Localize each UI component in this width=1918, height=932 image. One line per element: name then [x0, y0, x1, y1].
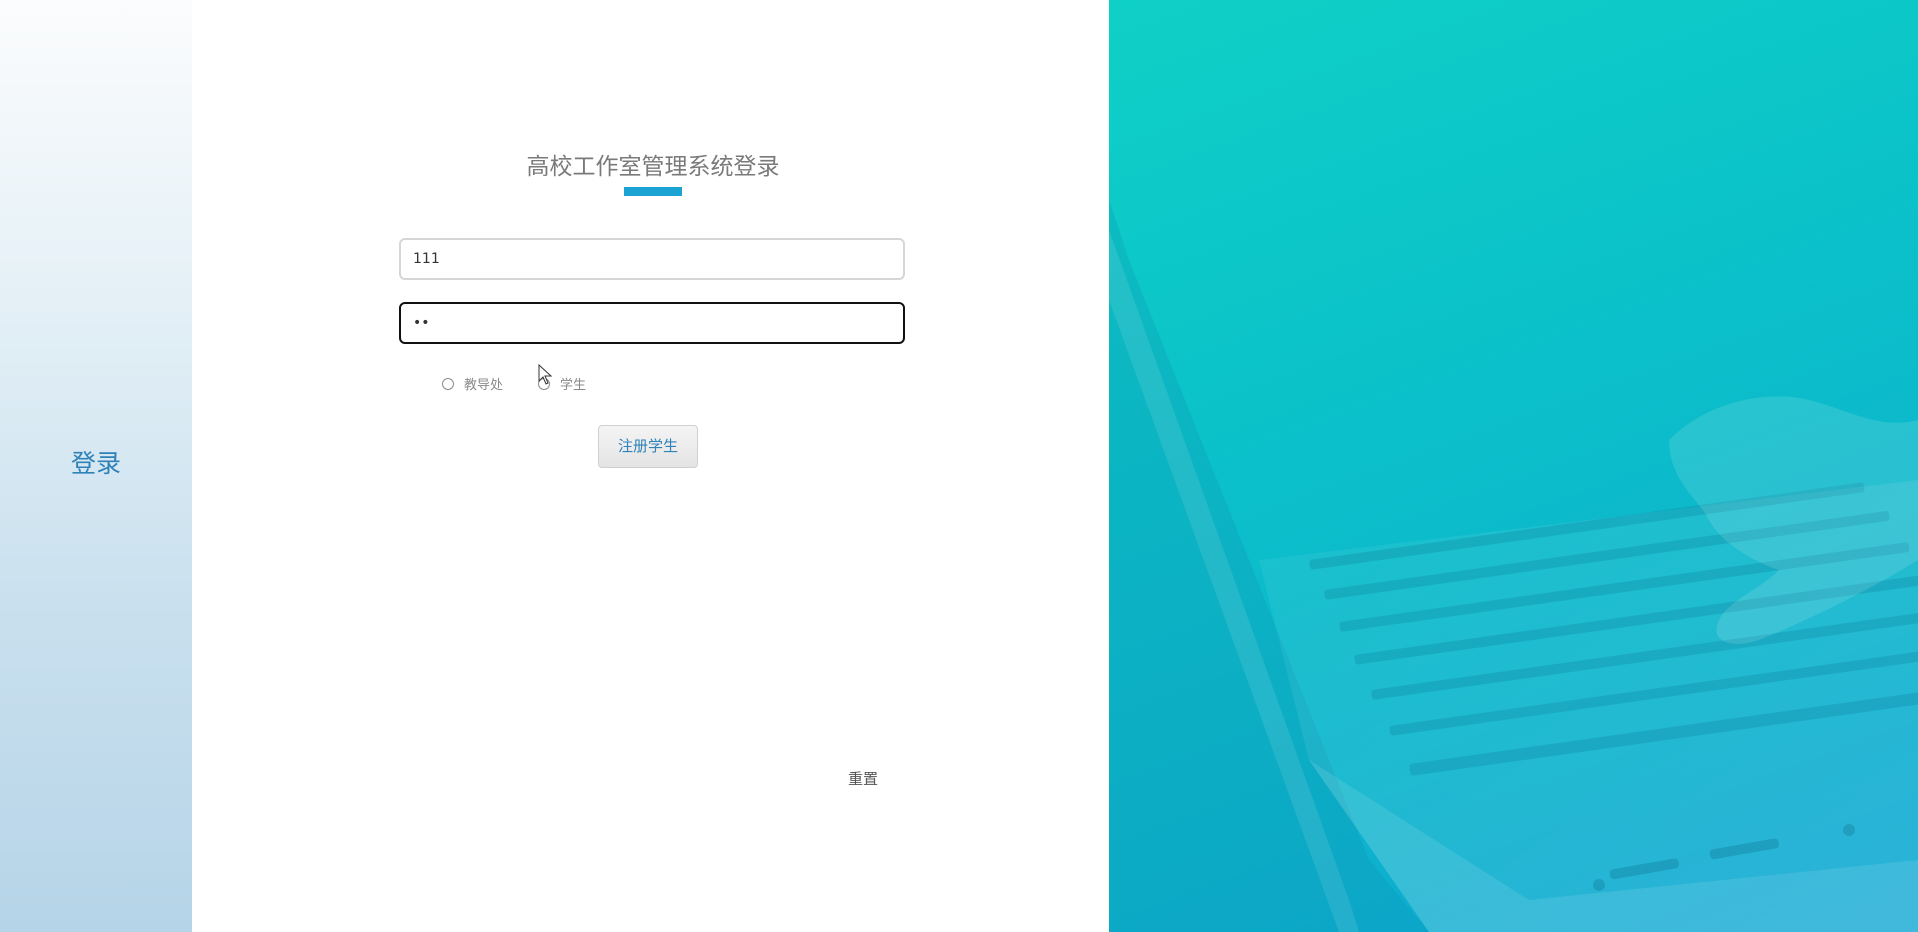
role-radio-dean-office[interactable]: [442, 377, 454, 390]
mouse-pointer-icon: [538, 364, 553, 385]
login-page: 登录 高校工作室管理系统登录 教导处 学生 注册学生 重置: [0, 0, 1918, 932]
username-input[interactable]: [399, 238, 905, 280]
role-label-student: 学生: [560, 378, 587, 393]
sidebar-login-link[interactable]: 登录: [0, 444, 192, 480]
reset-button[interactable]: 重置: [848, 768, 878, 789]
role-option-dean-office[interactable]: 教导处: [442, 374, 503, 393]
register-student-button[interactable]: 注册学生: [598, 425, 698, 468]
hero-laptop-image: [1109, 0, 1918, 932]
title-underline: [624, 187, 682, 196]
login-form-panel: 高校工作室管理系统登录 教导处 学生 注册学生 重置: [192, 0, 1109, 932]
sidebar: 登录: [0, 0, 192, 932]
page-title: 高校工作室管理系统登录: [526, 154, 780, 180]
laptop-illustration: [1109, 200, 1918, 932]
password-input[interactable]: [399, 302, 905, 344]
role-label-dean-office: 教导处: [464, 378, 504, 393]
